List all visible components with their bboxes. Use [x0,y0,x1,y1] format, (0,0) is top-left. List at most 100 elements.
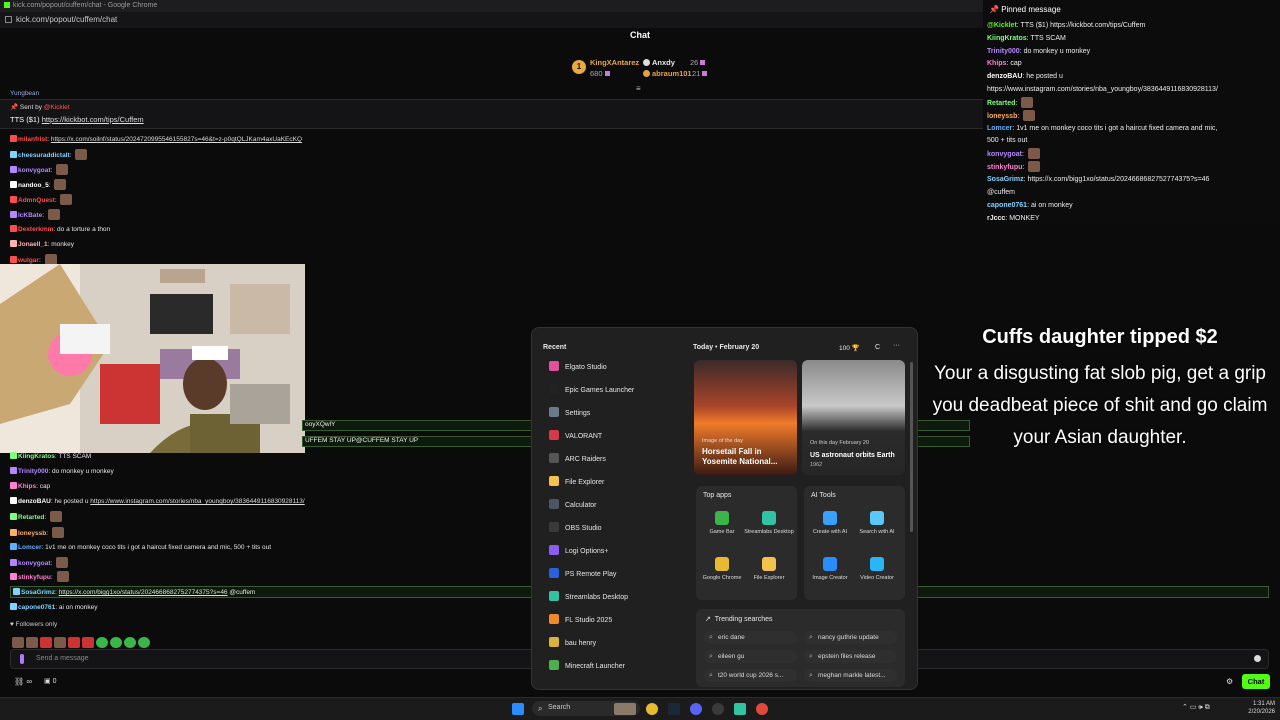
top-app-tile[interactable]: Google Chrome [697,557,747,582]
steam-icon[interactable] [668,703,680,715]
search-highlight-icon[interactable] [614,703,636,715]
chat-username[interactable]: Lomcer [18,544,41,551]
obs-icon[interactable] [712,703,724,715]
chat-username[interactable]: stinkyfupu [987,164,1022,171]
chat-username[interactable]: stinkyfupu [18,574,51,581]
chat-username[interactable]: Trinity000 [18,468,48,475]
trending-chip[interactable]: meghan markle latest... [804,669,897,682]
chat-send-button[interactable]: Chat [1242,674,1270,689]
chat-username[interactable]: Jonaell_1 [18,241,48,248]
chat-username[interactable]: Khips [987,60,1006,67]
more-options-icon[interactable]: ··· [893,342,900,349]
top-gifter-3[interactable]: abraum101 [643,69,692,78]
chat-username[interactable]: milanfrist [18,136,47,143]
top-app-tile[interactable]: Game Bar [697,511,747,536]
site-info-icon[interactable] [5,16,12,23]
start-app-item[interactable]: Logi Options+ [549,545,608,559]
chat-username[interactable]: AdmnQuest [18,197,55,204]
start-app-item[interactable]: FL Studio 2025 [549,614,612,628]
emote-icon[interactable] [26,637,38,648]
chat-username[interactable]: denzoBAU [18,498,51,505]
chrome-icon[interactable] [646,703,658,715]
chat-link[interactable]: https://x.com/bigg1xo/status/20246686827… [59,589,228,596]
top-gifter-1[interactable]: 1 [572,60,586,74]
start-app-item[interactable]: OBS Studio [549,522,602,536]
windows-start-icon[interactable] [512,703,524,715]
chat-username[interactable]: SosaGrimz [21,589,55,596]
chat-username[interactable]: konvygoat [987,151,1022,158]
ai-tool-tile[interactable]: Video Creator [852,557,902,582]
emote-icon[interactable] [12,637,24,648]
start-app-item[interactable]: Elgato Studio [549,361,607,375]
streamlabs-icon[interactable] [734,703,746,715]
top-app-tile[interactable]: File Explorer [744,557,794,582]
trending-chip[interactable]: nancy guthrie update [804,631,897,644]
gear-icon[interactable]: ⚙ [1226,677,1233,686]
emote-icon[interactable] [54,637,66,648]
top-app-tile[interactable]: Streamlabs Desktop [744,511,794,536]
trending-chip[interactable]: eric dane [704,631,797,644]
chat-username[interactable]: nandoo_5 [18,182,49,189]
chat-username[interactable]: loneyssb [18,530,46,537]
emote-icon[interactable] [138,637,150,648]
chat-username[interactable]: loneyssb [987,113,1017,120]
chat-link[interactable]: https://x.com/soilnf/status/202472099554… [51,136,302,143]
emote-icon[interactable] [110,637,122,648]
chat-username[interactable]: @Kicklet [987,22,1017,29]
start-app-item[interactable]: VALORANT [549,430,602,444]
chat-username[interactable]: KiingKratos [987,35,1027,42]
chat-link[interactable]: https://www.instagram.com/stories/nba_yo… [90,498,304,505]
emote-icon[interactable] [82,637,94,648]
start-app-item[interactable]: File Explorer [549,476,604,490]
chat-username[interactable]: Dexterkmm [18,226,53,233]
ai-tool-tile[interactable]: Image Creator [805,557,855,582]
chat-username[interactable]: Retarted [987,100,1015,107]
trending-chip[interactable]: eileen gu [704,650,797,663]
mic-icon[interactable] [20,654,24,664]
ai-tool-tile[interactable]: Create with AI [805,511,855,536]
trending-chip[interactable]: epstein files release [804,650,897,663]
chrome-profile-icon[interactable] [756,703,768,715]
chat-username[interactable]: Khips [18,483,36,490]
emoji-icon[interactable] [1254,655,1261,662]
start-app-item[interactable]: Streamlabs Desktop [549,591,628,605]
start-app-item[interactable]: Settings [549,407,590,421]
chat-username[interactable]: lcKBate [18,212,42,219]
chat-username[interactable]: Lomcer [987,125,1012,132]
chat-username[interactable]: Trinity000 [987,48,1020,55]
chat-username[interactable]: cheesuraddictalt [18,152,70,159]
trending-chip[interactable]: t20 world cup 2026 s... [704,669,797,682]
chat-username[interactable]: Retarted [18,514,44,521]
on-this-day-card[interactable]: On this day February 20 US astronaut orb… [802,360,905,475]
emote-bar[interactable] [10,632,150,648]
url-text[interactable]: kick.com/popout/cuffem/chat [16,15,117,24]
start-app-item[interactable]: bau henry [549,637,596,651]
image-of-day-card[interactable]: Image of the day Horsetail Fall in Yosem… [694,360,797,475]
profile-avatar[interactable]: C [875,344,880,351]
taskbar-clock[interactable]: 1:31 AM 2/20/2026 [1243,700,1275,716]
chat-username[interactable]: konvygoat [18,167,51,174]
emote-icon[interactable] [40,637,52,648]
start-app-item[interactable]: ARC Raiders [549,453,606,467]
chat-username[interactable]: capone0761 [18,604,55,611]
emote-icon[interactable] [96,637,108,648]
chat-username[interactable]: rJccc [987,215,1005,222]
start-app-item[interactable]: Calculator [549,499,597,513]
start-app-item[interactable]: Epic Games Launcher [549,384,634,398]
chat-username[interactable]: wulgar [18,257,39,264]
start-menu-scrollbar[interactable] [910,362,913,532]
start-app-item[interactable]: PS Remote Play [549,568,616,582]
gifter-name[interactable]: KingXAntarez [590,58,639,67]
pinned-link[interactable]: https://kickbot.com/tips/Cuffem [42,115,144,124]
chat-username[interactable]: capone0761 [987,202,1027,209]
system-tray-icons[interactable]: ⌃ ▭ 🕪 ⧉ [1182,703,1210,712]
start-app-item[interactable]: Minecraft Launcher [549,660,625,674]
rewards-points[interactable]: 100 🏆 [839,344,860,352]
chat-username[interactable]: KiingKratos [18,453,55,460]
ai-tool-tile[interactable]: Search with AI [852,511,902,536]
chat-username[interactable]: denzoBAU [987,73,1022,80]
chat-settings-icon[interactable]: ⛓ ∞ [14,677,32,686]
expand-chevron-icon[interactable]: ≡ [636,84,641,93]
chat-username[interactable]: SosaGrimz [987,176,1024,183]
discord-icon[interactable] [690,703,702,715]
